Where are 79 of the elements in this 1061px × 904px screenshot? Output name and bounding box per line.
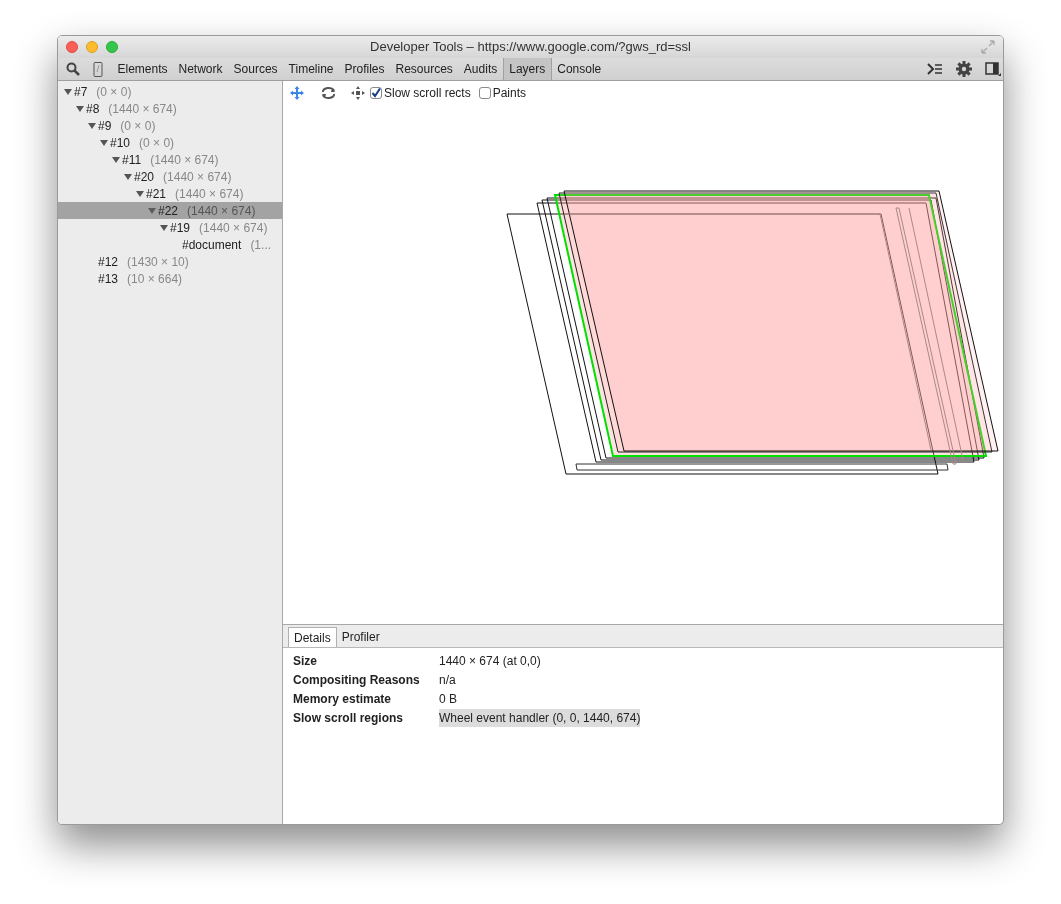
layer-size: (1440 × 674)	[108, 100, 177, 118]
console-drawer-icon[interactable]	[927, 63, 943, 75]
layer-name: #13	[98, 270, 119, 288]
detail-value: 1440 × 674 (at 0,0)	[439, 652, 541, 670]
layer-tree-row[interactable]: #20 (1440 × 674)	[58, 168, 282, 185]
expanded-triangle-icon[interactable]	[148, 206, 156, 215]
layer-name: #document	[182, 236, 242, 254]
dock-icon[interactable]	[985, 62, 1001, 76]
expanded-triangle-icon[interactable]	[124, 172, 132, 181]
details-tab[interactable]: Details	[288, 627, 337, 647]
detail-label: Size	[293, 652, 318, 670]
layer-tree-row[interactable]: #11 (1440 × 674)	[58, 151, 282, 168]
panel-tab[interactable]: Timeline	[283, 58, 339, 80]
layer-tree-row[interactable]: #12 (1430 × 10)	[58, 253, 282, 270]
rotate-mode-icon[interactable]	[320, 86, 337, 100]
details-tab[interactable]: Profiler	[336, 627, 385, 647]
layer-tree-row[interactable]: #document (1...	[58, 236, 282, 253]
layer-name: #9	[98, 117, 112, 135]
layer-size: (1440 × 674)	[187, 202, 256, 220]
layer-tree-row[interactable]: #19 (1440 × 674)	[58, 219, 282, 236]
expanded-triangle-icon[interactable]	[160, 223, 168, 232]
panel-tab[interactable]: Console	[551, 58, 607, 80]
layer-name: #19	[170, 219, 191, 237]
layer-size: (1440 × 674)	[150, 151, 219, 169]
toolbar-checkbox[interactable]: Paints	[478, 84, 527, 102]
layer-name: #8	[86, 100, 100, 118]
layer-size: (1440 × 674)	[163, 168, 232, 186]
move-arrows-icon[interactable]	[350, 85, 366, 101]
layer-tree-row[interactable]: #22 (1440 × 674)	[58, 202, 282, 219]
panel-tab[interactable]: Audits	[458, 58, 503, 80]
layer-stack-drawing[interactable]	[506, 190, 999, 475]
layer-size: (10 × 664)	[127, 270, 183, 288]
mobile-device-icon[interactable]	[93, 61, 103, 77]
expanded-triangle-icon[interactable]	[88, 121, 96, 130]
panel-tab[interactable]: Network	[173, 58, 229, 80]
panel-tab[interactable]: Elements	[112, 58, 174, 80]
expanded-triangle-icon[interactable]	[100, 138, 108, 147]
expanded-triangle-icon[interactable]	[76, 104, 84, 113]
layer-name: #21	[146, 185, 167, 203]
detail-label: Slow scroll regions	[293, 709, 405, 727]
unchecked-checkbox[interactable]	[478, 87, 491, 99]
layer-size: (0 × 0)	[96, 83, 132, 101]
layer-name: #20	[134, 168, 155, 186]
expanded-triangle-icon[interactable]	[112, 155, 120, 164]
layer-name: #10	[110, 134, 131, 152]
panel-tab[interactable]: Layers	[502, 58, 552, 80]
layer-tree-row[interactable]: #9 (0 × 0)	[58, 117, 282, 134]
layer-tree-row[interactable]: #8 (1440 × 674)	[58, 100, 282, 117]
layer-tree-row[interactable]: #13 (10 × 664)	[58, 270, 282, 287]
layer-size: (1...	[250, 236, 272, 254]
search-icon[interactable]	[66, 62, 80, 76]
layer-name: #12	[98, 253, 119, 271]
detail-label: Compositing Reasons	[293, 671, 421, 689]
layer-size: (1430 × 10)	[127, 253, 189, 271]
layer-tree-row[interactable]: #10 (0 × 0)	[58, 134, 282, 151]
detail-label: Memory estimate	[293, 690, 393, 708]
checked-checkbox[interactable]	[370, 87, 382, 99]
pan-mode-icon[interactable]	[289, 85, 305, 101]
layer-size: (1440 × 674)	[175, 185, 244, 203]
layer-tree-row[interactable]: #7 (0 × 0)	[58, 83, 282, 100]
layer-name: #7	[74, 83, 88, 101]
layer-size: (0 × 0)	[139, 134, 175, 152]
panel-tab[interactable]: Profiles	[339, 58, 390, 80]
detail-value: n/a	[439, 671, 456, 689]
settings-icon[interactable]	[956, 61, 972, 77]
layer-name: #11	[122, 151, 142, 169]
detail-value: 0 B	[439, 690, 457, 708]
layer-size: (1440 × 674)	[199, 219, 268, 237]
panel-tab[interactable]: Sources	[228, 58, 284, 80]
toolbar-checkbox[interactable]: Slow scroll rects	[370, 84, 471, 102]
close-button[interactable]	[66, 41, 78, 53]
detail-value: Wheel event handler (0, 0, 1440, 674)	[439, 708, 641, 727]
expanded-triangle-icon[interactable]	[136, 189, 144, 198]
layer-tree-row[interactable]: #21 (1440 × 674)	[58, 185, 282, 202]
layer-name: #22	[158, 202, 179, 220]
layer-size: (0 × 0)	[120, 117, 156, 135]
window-title: Developer Tools – https://www.google.com/?gws_rd=ssl	[370, 38, 691, 57]
expanded-triangle-icon[interactable]	[64, 87, 72, 96]
panel-tab[interactable]: Resources	[390, 58, 459, 80]
